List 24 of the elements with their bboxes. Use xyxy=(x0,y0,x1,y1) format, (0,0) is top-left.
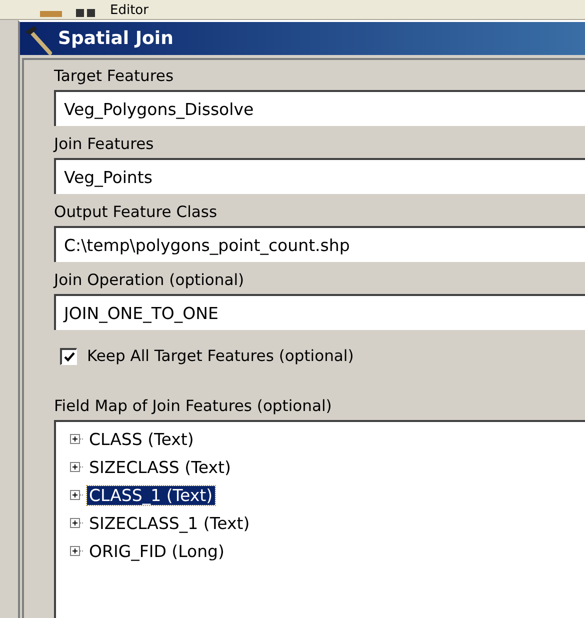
tree-item[interactable]: ORIG_FID (Long) xyxy=(87,542,226,560)
field-map-label: Field Map of Join Features (optional) xyxy=(54,396,332,416)
expand-icon[interactable] xyxy=(70,434,84,444)
expand-icon[interactable] xyxy=(70,462,84,472)
field-label: Target Features xyxy=(54,66,174,86)
expand-icon[interactable] xyxy=(70,546,84,556)
input-field[interactable]: Veg_Polygons_Dissolve xyxy=(54,90,585,126)
expand-icon[interactable] xyxy=(70,490,84,500)
tree-item[interactable]: SIZECLASS (Text) xyxy=(87,458,233,476)
input-field[interactable]: JOIN_ONE_TO_ONE xyxy=(54,294,585,330)
input-field[interactable]: Veg_Points xyxy=(54,158,585,194)
toolbar-label[interactable]: Editor xyxy=(110,4,148,18)
field-label: Join Features xyxy=(54,134,154,154)
tree-item[interactable]: SIZECLASS_1 (Text) xyxy=(87,514,252,532)
grid-icon[interactable] xyxy=(76,8,96,18)
expand-icon[interactable] xyxy=(70,518,84,528)
checkbox-label: Keep All Target Features (optional) xyxy=(87,346,354,366)
field-label: Output Feature Class xyxy=(54,202,218,222)
input-field[interactable]: C:\temp\polygons_point_count.shp xyxy=(54,226,585,262)
window-title: Spatial Join xyxy=(58,28,174,49)
field-label: Join Operation (optional) xyxy=(54,270,244,290)
tree-item[interactable]: CLASS_1 (Text) xyxy=(87,486,215,504)
tree-item[interactable]: CLASS (Text) xyxy=(87,430,196,448)
checkbox[interactable] xyxy=(60,348,77,364)
